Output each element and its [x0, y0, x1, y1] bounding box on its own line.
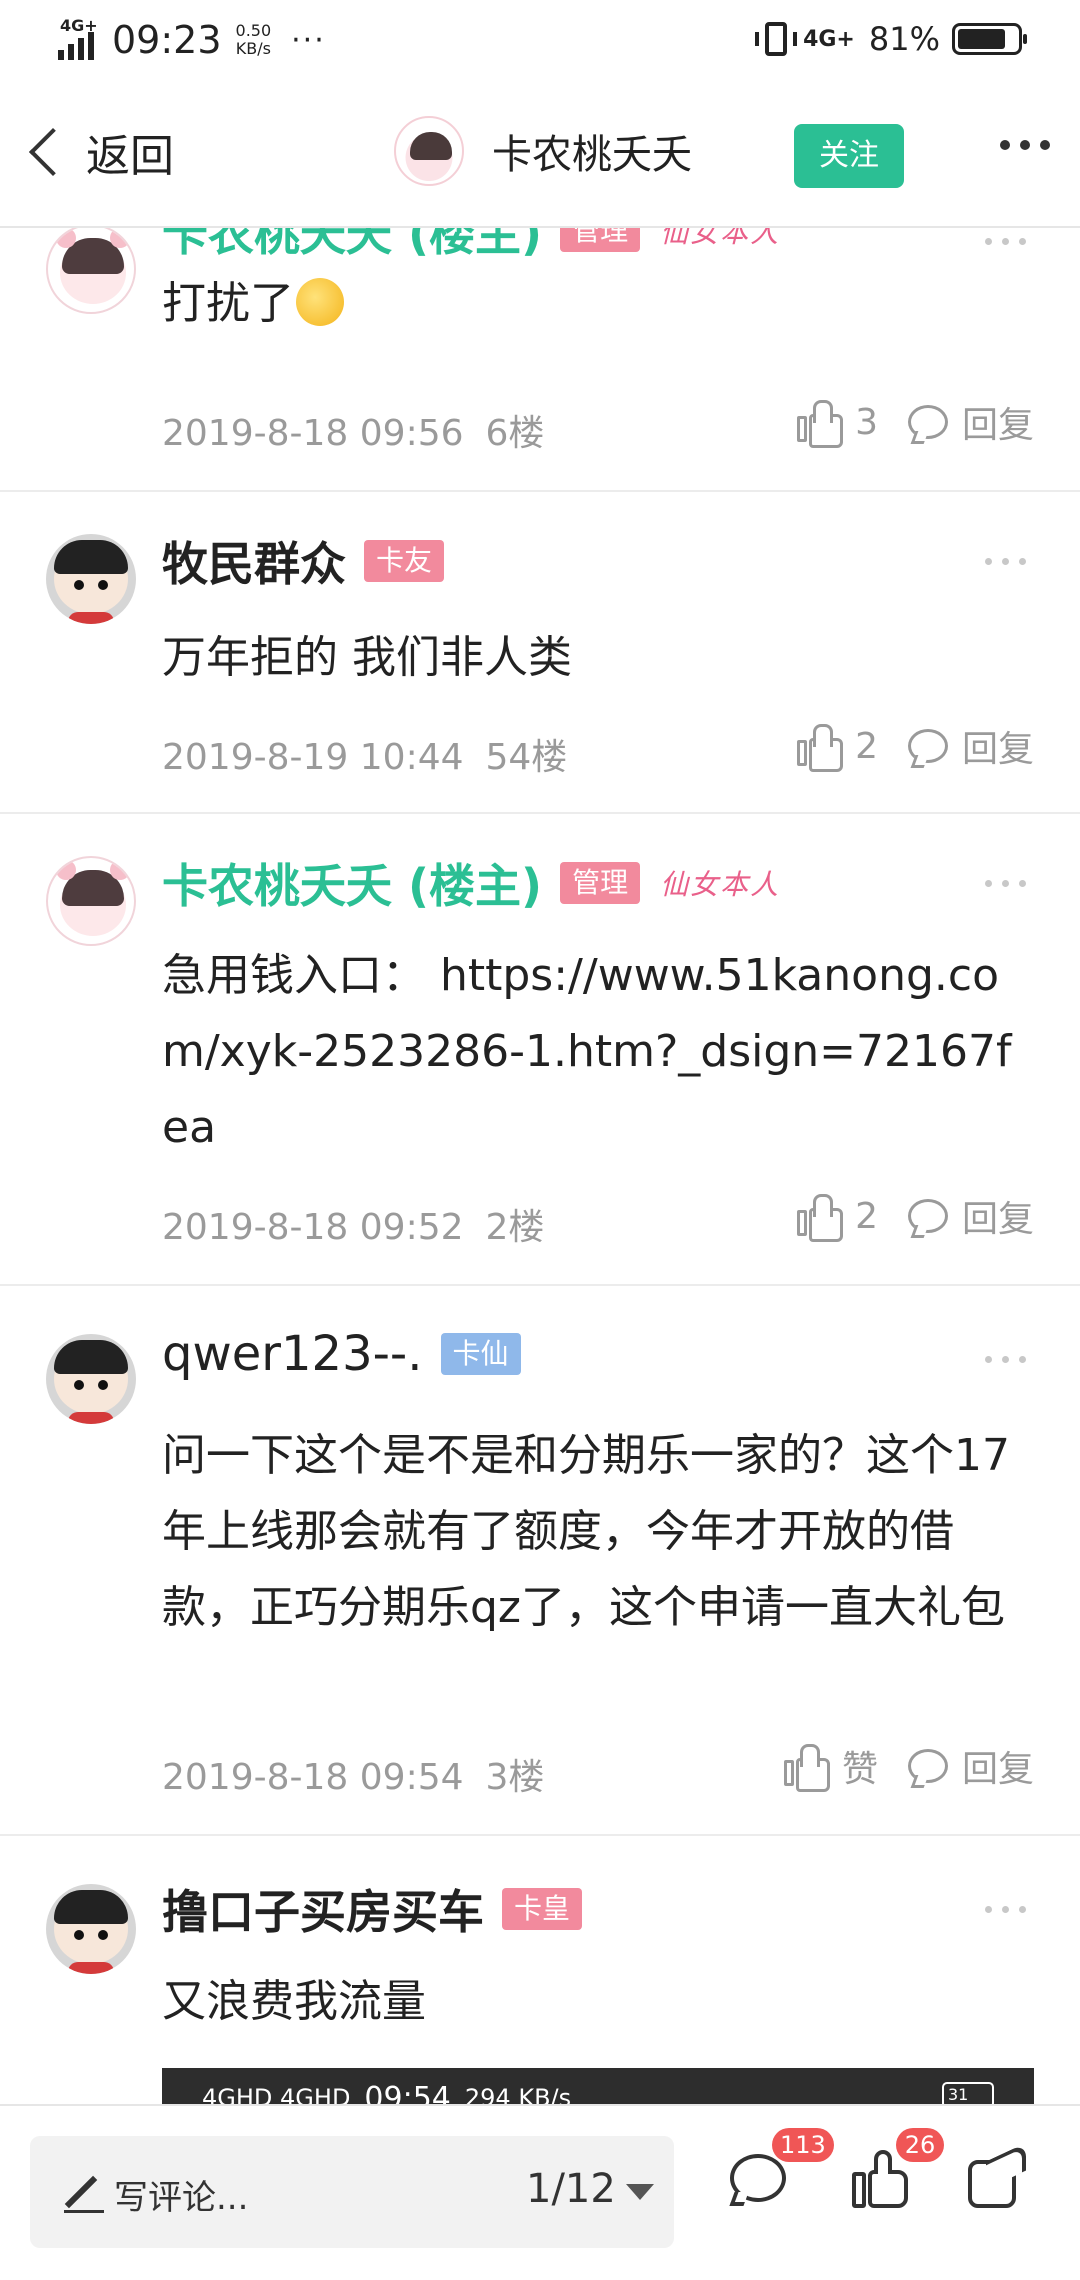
list-item: 撸口子买房买车 卡皇 又浪费我流量 4GHD 4GHD 09:54 294 KB… [0, 1836, 1080, 2104]
network-speed: 0.50 KB/s [235, 21, 272, 58]
thumbs-up-icon [797, 1194, 844, 1242]
thumbs-up-icon [797, 400, 844, 448]
list-item: qwer123--. 卡仙 问一下这个是不是和分期乐一家的？这个17年上线那会就… [0, 1286, 1080, 1836]
emoji-icon [296, 278, 344, 326]
username[interactable]: qwer123--. [162, 1326, 423, 1382]
avatar[interactable] [46, 856, 136, 946]
status-time: 09:23 [112, 18, 222, 62]
vibrate-icon [755, 22, 798, 56]
comment-icon [907, 405, 948, 439]
signal-icon: 4G+ [58, 16, 102, 60]
role-badge: 管理 [560, 228, 641, 252]
embedded-screenshot[interactable]: 4GHD 4GHD 09:54 294 KB/s 31 [162, 2068, 1034, 2104]
author-name: 卡农桃夭夭 [492, 132, 692, 178]
post-text: 又浪费我流量 [162, 1976, 426, 2027]
mobile-data-icon: 4G+ [803, 26, 855, 52]
list-item: 卡农桃夭夭 (楼主) 管理 仙女本人 急用钱入口： https://www.51… [0, 814, 1080, 1286]
page-selector[interactable]: 1/12 [526, 2166, 616, 2212]
avatar[interactable] [46, 1884, 136, 1974]
post-more-icon[interactable] [985, 238, 1026, 245]
comment-icon [907, 729, 948, 763]
share-button[interactable] [966, 2142, 1026, 2210]
username[interactable]: 撸口子买房买车 [162, 1876, 484, 1942]
reply-button[interactable]: 回复 [907, 1190, 1034, 1242]
avatar[interactable] [46, 1334, 136, 1424]
comment-count-badge: 113 [772, 2128, 834, 2162]
username[interactable]: 牧民群众 [162, 528, 346, 594]
comment-icon [907, 1199, 948, 1233]
post-text: 万年拒的 我们非人类 [162, 632, 572, 683]
thumbs-up-icon [783, 1744, 830, 1792]
like-button[interactable]: 3 [797, 400, 878, 448]
like-count: 2 [855, 725, 878, 767]
more-options-icon[interactable] [1000, 140, 1050, 150]
post-text[interactable]: 急用钱入口： https://www.51kanong.com/xyk-2523… [162, 938, 1038, 1166]
caret-down-icon[interactable] [626, 2184, 654, 2200]
like-label: 赞 [841, 1749, 878, 1790]
post-text: 问一下这个是不是和分期乐一家的？这个17年上线那会就有了额度，今年才开放的借款，… [162, 1430, 1010, 1633]
battery-icon [952, 23, 1027, 55]
like-button[interactable]: 2 [797, 1194, 878, 1242]
reply-button[interactable]: 回复 [907, 720, 1034, 772]
thumbs-up-icon [797, 724, 844, 772]
post-meta: 2019-8-18 09:54 3楼 [162, 1757, 545, 1798]
reply-button[interactable]: 回复 [907, 396, 1034, 448]
reply-button[interactable]: 回复 [907, 1740, 1034, 1792]
post-list[interactable]: 卡农桃夭夭 (楼主) 管理 仙女本人 打扰了 2019-8-18 09:56 6楼… [0, 228, 1080, 2104]
list-item: 卡农桃夭夭 (楼主) 管理 仙女本人 打扰了 2019-8-18 09:56 6楼… [0, 228, 1080, 492]
medal-badge: 仙女本人 [660, 868, 781, 901]
status-bar: 4G+ 09:23 0.50 KB/s ··· 4G+ 81% [0, 0, 1080, 84]
post-meta: 2019-8-18 09:56 6楼 [162, 413, 545, 454]
post-meta: 2019-8-19 10:44 54楼 [162, 737, 568, 778]
username[interactable]: 卡农桃夭夭 (楼主) [162, 228, 542, 264]
battery-percent: 81% [868, 20, 940, 58]
comment-placeholder: 写评论... [114, 2178, 249, 2218]
pencil-icon [64, 2172, 104, 2213]
author-avatar[interactable] [394, 116, 464, 186]
avatar[interactable] [46, 534, 136, 624]
post-more-icon[interactable] [985, 880, 1026, 887]
like-count-badge: 26 [896, 2128, 944, 2162]
chevron-left-icon [28, 127, 78, 177]
like-button[interactable]: 2 [797, 724, 878, 772]
top-nav-bar: 返回 卡农桃夭夭 关注 [0, 84, 1080, 228]
like-count: 2 [855, 1195, 878, 1237]
like-button[interactable]: 赞 [783, 1740, 878, 1792]
post-more-icon[interactable] [985, 558, 1026, 565]
back-button[interactable]: 返回 [22, 120, 174, 184]
list-item: 牧民群众 卡友 万年拒的 我们非人类 2019-8-19 10:44 54楼 2 … [0, 492, 1080, 814]
username[interactable]: 卡农桃夭夭 (楼主) [162, 850, 542, 916]
post-more-icon[interactable] [985, 1906, 1026, 1913]
role-badge: 卡仙 [440, 1333, 521, 1375]
post-meta: 2019-8-18 09:52 2楼 [162, 1207, 545, 1248]
role-badge: 卡皇 [502, 1888, 583, 1930]
author-header[interactable]: 卡农桃夭夭 [394, 116, 692, 186]
post-more-icon[interactable] [985, 1356, 1026, 1363]
role-badge: 卡友 [364, 540, 445, 582]
post-text: 打扰了 [162, 266, 1038, 342]
role-badge: 管理 [560, 862, 641, 904]
avatar[interactable] [46, 228, 136, 314]
medal-badge: 仙女本人 [660, 228, 781, 249]
bottom-action-bar: 写评论... 1/12 113 26 [0, 2104, 1080, 2280]
more-notifications-icon: ··· [291, 22, 326, 58]
follow-button[interactable]: 关注 [794, 124, 904, 188]
comment-icon [907, 1749, 948, 1783]
comment-input[interactable]: 写评论... 1/12 [30, 2136, 674, 2248]
like-count: 3 [855, 401, 878, 443]
back-label: 返回 [86, 131, 174, 182]
